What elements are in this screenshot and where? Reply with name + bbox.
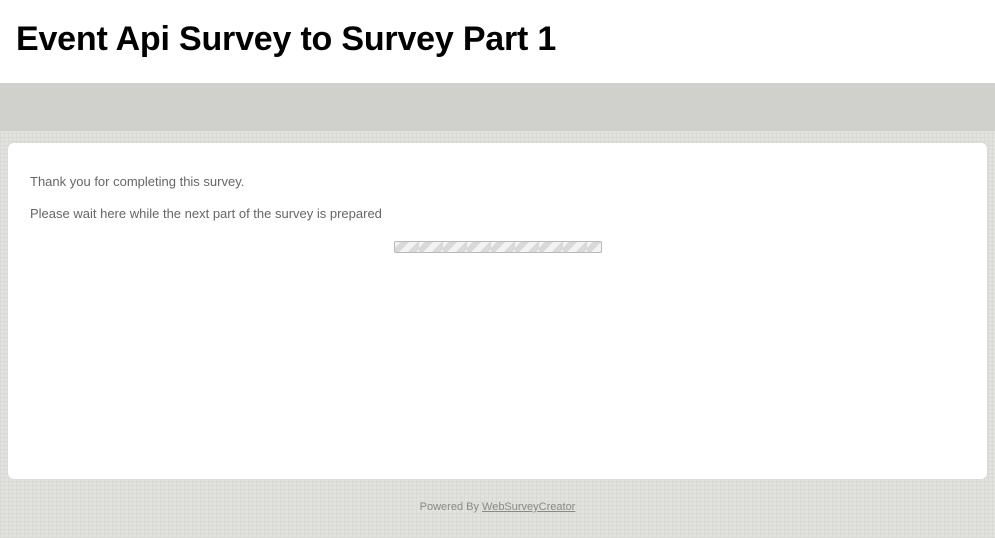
footer: Powered By WebSurveyCreator [0,487,995,527]
content-card: Thank you for completing this survey. Pl… [8,143,987,479]
thank-you-text: Thank you for completing this survey. [30,173,965,191]
content-wrap: Thank you for completing this survey. Pl… [0,131,995,487]
progress-wrap [30,241,965,253]
page-title: Event Api Survey to Survey Part 1 [16,20,979,59]
header: Event Api Survey to Survey Part 1 [0,0,995,83]
wait-message-text: Please wait here while the next part of … [30,205,965,223]
footer-prefix: Powered By [420,501,482,513]
powered-by-link[interactable]: WebSurveyCreator [482,501,575,513]
subheader-band [0,83,995,131]
loading-progress-bar [394,241,602,253]
